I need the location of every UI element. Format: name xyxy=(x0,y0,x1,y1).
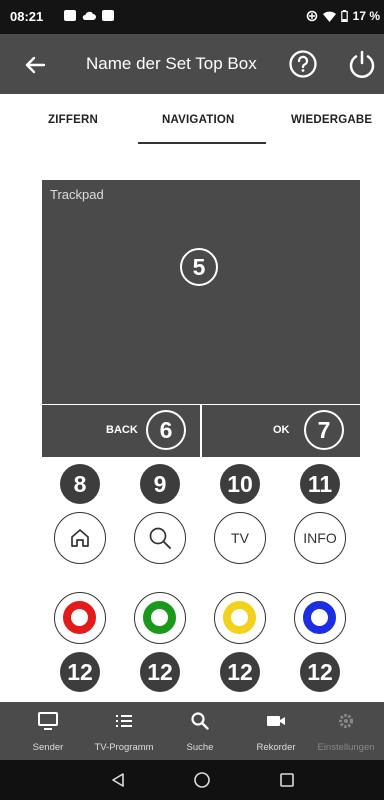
circle-home-icon xyxy=(194,772,210,788)
page-title: Name der Set Top Box xyxy=(86,54,257,73)
system-recents-button[interactable] xyxy=(274,768,300,792)
system-navigation-bar xyxy=(0,760,384,800)
green-number-badge: 12 xyxy=(140,652,180,692)
search-icon xyxy=(191,712,209,730)
nav-sender[interactable]: Sender xyxy=(10,702,86,760)
tab-wiedergabe[interactable]: WIEDERGABE xyxy=(291,114,372,126)
back-button[interactable]: BACK 6 xyxy=(42,405,200,457)
battery-percent: 17 % xyxy=(352,9,380,23)
home-button[interactable] xyxy=(54,512,106,564)
tv-button[interactable]: TV xyxy=(214,512,266,564)
triangle-back-icon xyxy=(112,773,124,787)
trackpad[interactable]: Trackpad xyxy=(42,180,360,404)
app-bar: Name der Set Top Box xyxy=(0,34,384,94)
nav-suche[interactable]: Suche xyxy=(162,702,238,760)
trackpad-number-badge: 5 xyxy=(180,248,218,286)
blue-ring xyxy=(303,601,336,634)
green-ring xyxy=(143,601,176,634)
camera-icon xyxy=(267,716,285,726)
nav-suche-label: Suche xyxy=(186,742,214,753)
yellow-number-badge: 12 xyxy=(220,652,260,692)
tab-ziffern[interactable]: ZIFFERN xyxy=(48,114,98,126)
yellow-button[interactable] xyxy=(214,592,266,644)
green-button[interactable] xyxy=(134,592,186,644)
notification-icons xyxy=(64,10,114,21)
back-number-badge: 6 xyxy=(146,410,186,450)
red-number-badge: 12 xyxy=(60,652,100,692)
red-ring xyxy=(63,601,96,634)
search-icon xyxy=(149,527,171,549)
nav-sender-label: Sender xyxy=(32,742,64,753)
status-bar: 08:21 17 % xyxy=(0,0,384,34)
nav-rekorder-label: Rekorder xyxy=(256,742,296,753)
square-recents-icon xyxy=(280,773,294,787)
tab-navigation[interactable]: NAVIGATION xyxy=(162,114,235,126)
home-number-badge: 8 xyxy=(60,464,100,504)
cast-notification-icon xyxy=(102,10,114,21)
active-tab-indicator xyxy=(138,142,266,144)
tab-bar: ZIFFERN NAVIGATION WIEDERGABE xyxy=(0,94,384,150)
help-icon[interactable] xyxy=(288,49,318,79)
wifi-icon xyxy=(322,11,336,22)
search-number-badge: 9 xyxy=(140,464,180,504)
back-button-label: BACK xyxy=(106,424,138,436)
info-button[interactable]: INFO xyxy=(294,512,346,564)
blue-button[interactable] xyxy=(294,592,346,644)
tv-button-label: TV xyxy=(231,530,249,546)
data-saver-icon xyxy=(306,10,317,22)
nav-rekorder[interactable]: Rekorder xyxy=(238,702,314,760)
status-icons: 17 % xyxy=(306,9,380,23)
info-button-label: INFO xyxy=(303,530,337,546)
home-icon xyxy=(71,529,89,547)
system-home-button[interactable] xyxy=(189,768,215,792)
nav-einstellungen[interactable]: Einstellungen xyxy=(308,702,384,760)
cloud-icon xyxy=(82,11,96,20)
nav-einstellungen-label: Einstellungen xyxy=(317,742,375,753)
tv-number-badge: 10 xyxy=(220,464,260,504)
search-button[interactable] xyxy=(134,512,186,564)
trackpad-label: Trackpad xyxy=(50,187,104,202)
yellow-ring xyxy=(223,601,256,634)
ok-number-badge: 7 xyxy=(304,410,344,450)
back-ok-row: BACK 6 OK 7 xyxy=(42,405,360,457)
remote-content: ZIFFERN NAVIGATION WIEDERGABE Trackpad 5… xyxy=(0,94,384,702)
status-time: 08:21 xyxy=(10,9,44,24)
battery-icon xyxy=(340,10,348,22)
nav-tv-programm-label: TV-Programm xyxy=(94,742,154,753)
info-number-badge: 11 xyxy=(300,464,340,504)
red-button[interactable] xyxy=(54,592,106,644)
ok-button-label: OK xyxy=(273,424,290,436)
gear-icon xyxy=(338,713,354,729)
power-icon[interactable] xyxy=(346,48,378,80)
image-notification-icon xyxy=(64,10,76,21)
ok-button[interactable]: OK 7 xyxy=(202,405,360,457)
back-arrow-icon[interactable] xyxy=(20,50,50,80)
list-icon xyxy=(116,715,132,727)
blue-number-badge: 12 xyxy=(300,652,340,692)
monitor-icon xyxy=(38,712,58,730)
nav-tv-programm[interactable]: TV-Programm xyxy=(86,702,162,760)
bottom-navigation: Sender TV-Programm Suche Rekorder Einste… xyxy=(0,702,384,760)
system-back-button[interactable] xyxy=(105,768,131,792)
